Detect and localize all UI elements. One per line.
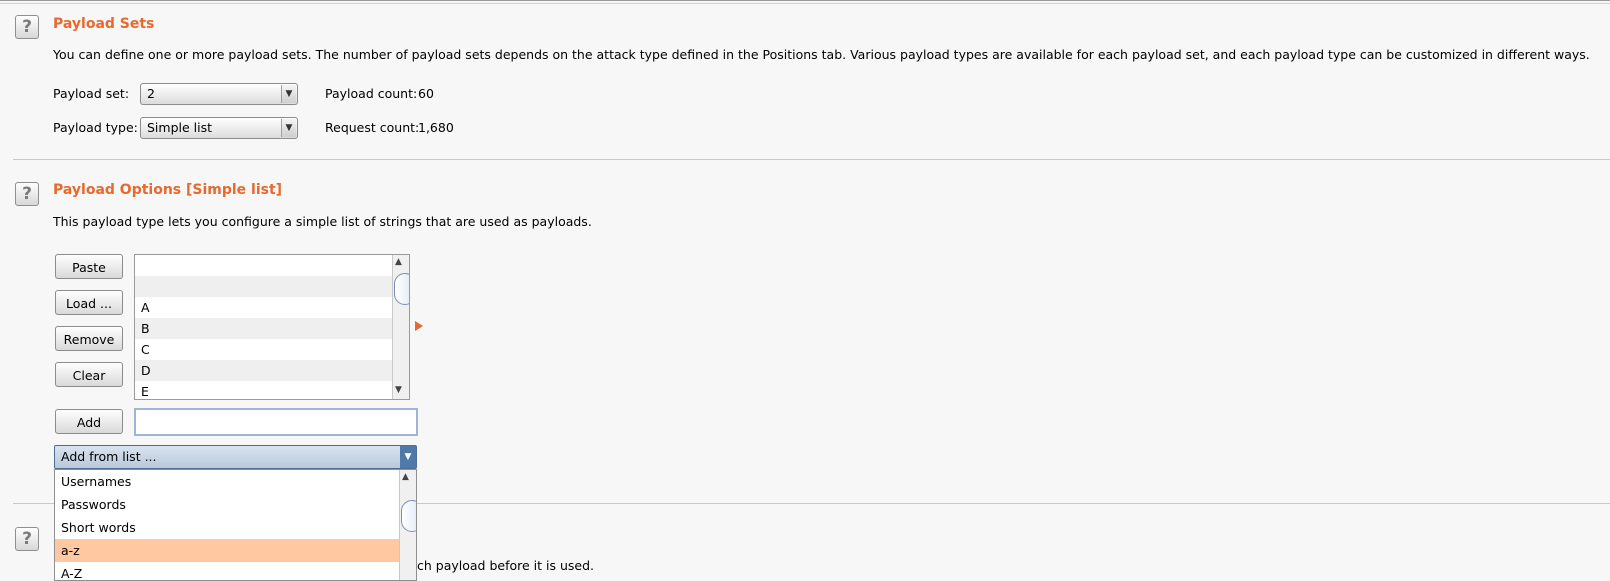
payload-sets-title: Payload Sets	[53, 16, 155, 32]
add-button[interactable]: Add	[55, 409, 123, 434]
scroll-up-icon[interactable]: ▲	[395, 257, 402, 267]
payload-count-label: Payload count:	[325, 86, 418, 101]
clear-button[interactable]: Clear	[55, 362, 123, 387]
load-button[interactable]: Load ...	[55, 290, 123, 315]
payload-type-value: Simple list	[147, 120, 213, 135]
payload-options-title: Payload Options [Simple list]	[53, 182, 283, 198]
top-border	[0, 0, 1610, 4]
section-divider	[13, 159, 1610, 160]
list-item[interactable]: C	[135, 339, 393, 360]
help-icon[interactable]: ?	[15, 182, 39, 206]
payload-options-description: This payload type lets you configure a s…	[53, 214, 592, 229]
request-count-value: 1,680	[418, 120, 454, 135]
expand-arrow-icon[interactable]	[415, 321, 423, 331]
payload-set-select[interactable]: 2 ▼	[140, 83, 298, 105]
list-item[interactable]	[135, 276, 393, 297]
list-item[interactable]	[135, 255, 393, 276]
request-count-label: Request count:	[325, 120, 420, 135]
scroll-up-icon[interactable]: ▲	[402, 472, 409, 482]
chevron-down-icon: ▼	[400, 446, 416, 468]
dropdown-option[interactable]: Short words	[55, 516, 401, 539]
dropdown-scrollbar[interactable]: ▲	[399, 470, 416, 580]
list-scrollbar[interactable]: ▲ ▼	[392, 255, 409, 399]
help-icon[interactable]: ?	[15, 527, 39, 551]
chevron-down-icon: ▼	[281, 85, 296, 103]
add-from-list-label: Add from list ...	[61, 449, 157, 464]
payload-count-value: 60	[418, 86, 434, 101]
list-item[interactable]: B	[135, 318, 393, 339]
payload-list[interactable]: A B C D E ▲ ▼	[134, 254, 410, 400]
payload-type-label: Payload type:	[53, 120, 138, 135]
dropdown-option[interactable]: Usernames	[55, 470, 401, 493]
payload-sets-description: You can define one or more payload sets.…	[53, 47, 1590, 62]
dropdown-option[interactable]: A-Z	[55, 562, 401, 580]
list-item[interactable]: E	[135, 381, 393, 399]
dropdown-option-selected[interactable]: a-z	[55, 539, 401, 562]
payload-set-label: Payload set:	[53, 86, 130, 101]
scroll-down-icon[interactable]: ▼	[395, 385, 402, 395]
dropdown-option[interactable]: Passwords	[55, 493, 401, 516]
add-from-list-dropdown[interactable]: Usernames Passwords Short words a-z A-Z …	[54, 469, 417, 581]
payload-set-value: 2	[147, 86, 155, 101]
processing-description-fragment: ch payload before it is used.	[417, 558, 594, 573]
add-input[interactable]	[134, 408, 418, 436]
remove-button[interactable]: Remove	[55, 326, 123, 351]
chevron-down-icon: ▼	[281, 119, 296, 137]
list-item[interactable]: D	[135, 360, 393, 381]
help-icon[interactable]: ?	[15, 15, 39, 39]
scroll-thumb[interactable]	[394, 273, 409, 305]
payload-type-select[interactable]: Simple list ▼	[140, 117, 298, 139]
paste-button[interactable]: Paste	[55, 254, 123, 279]
scroll-thumb[interactable]	[401, 500, 416, 532]
add-from-list-select[interactable]: Add from list ... ▼	[54, 445, 417, 469]
list-item[interactable]: A	[135, 297, 393, 318]
